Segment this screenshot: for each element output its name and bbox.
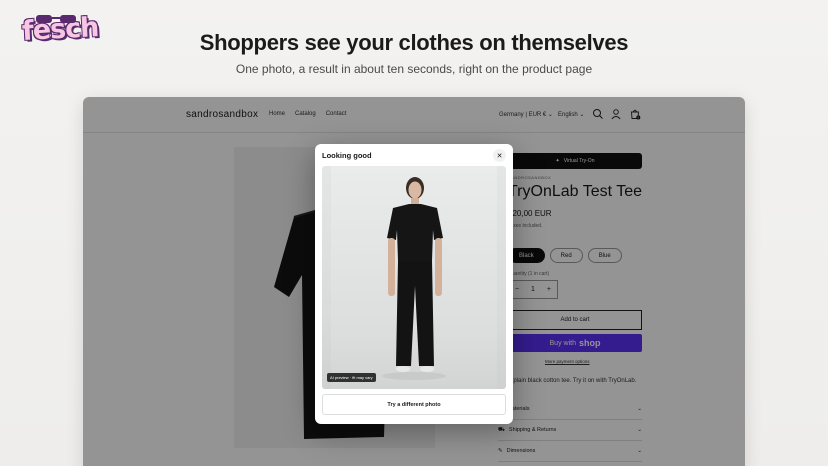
ai-preview-badge: AI preview · fit may vary — [327, 373, 376, 382]
close-icon[interactable]: ✕ — [497, 152, 503, 160]
close-button[interactable]: ✕ — [493, 149, 506, 162]
tryon-result-modal: Looking good ✕ AI preview · fit may vary… — [315, 144, 513, 424]
modal-title: Looking good — [322, 151, 372, 160]
sunglasses-icon — [36, 15, 76, 23]
try-different-photo-button[interactable]: Try a different photo — [322, 394, 506, 415]
hero-subline: One photo, a result in about ten seconds… — [235, 62, 593, 76]
person-figure — [382, 177, 446, 380]
tryon-preview-image: AI preview · fit may vary — [322, 166, 506, 389]
hero-headline: Shoppers see your clothes on themselves — [199, 30, 629, 55]
preview-photo — [331, 166, 497, 389]
